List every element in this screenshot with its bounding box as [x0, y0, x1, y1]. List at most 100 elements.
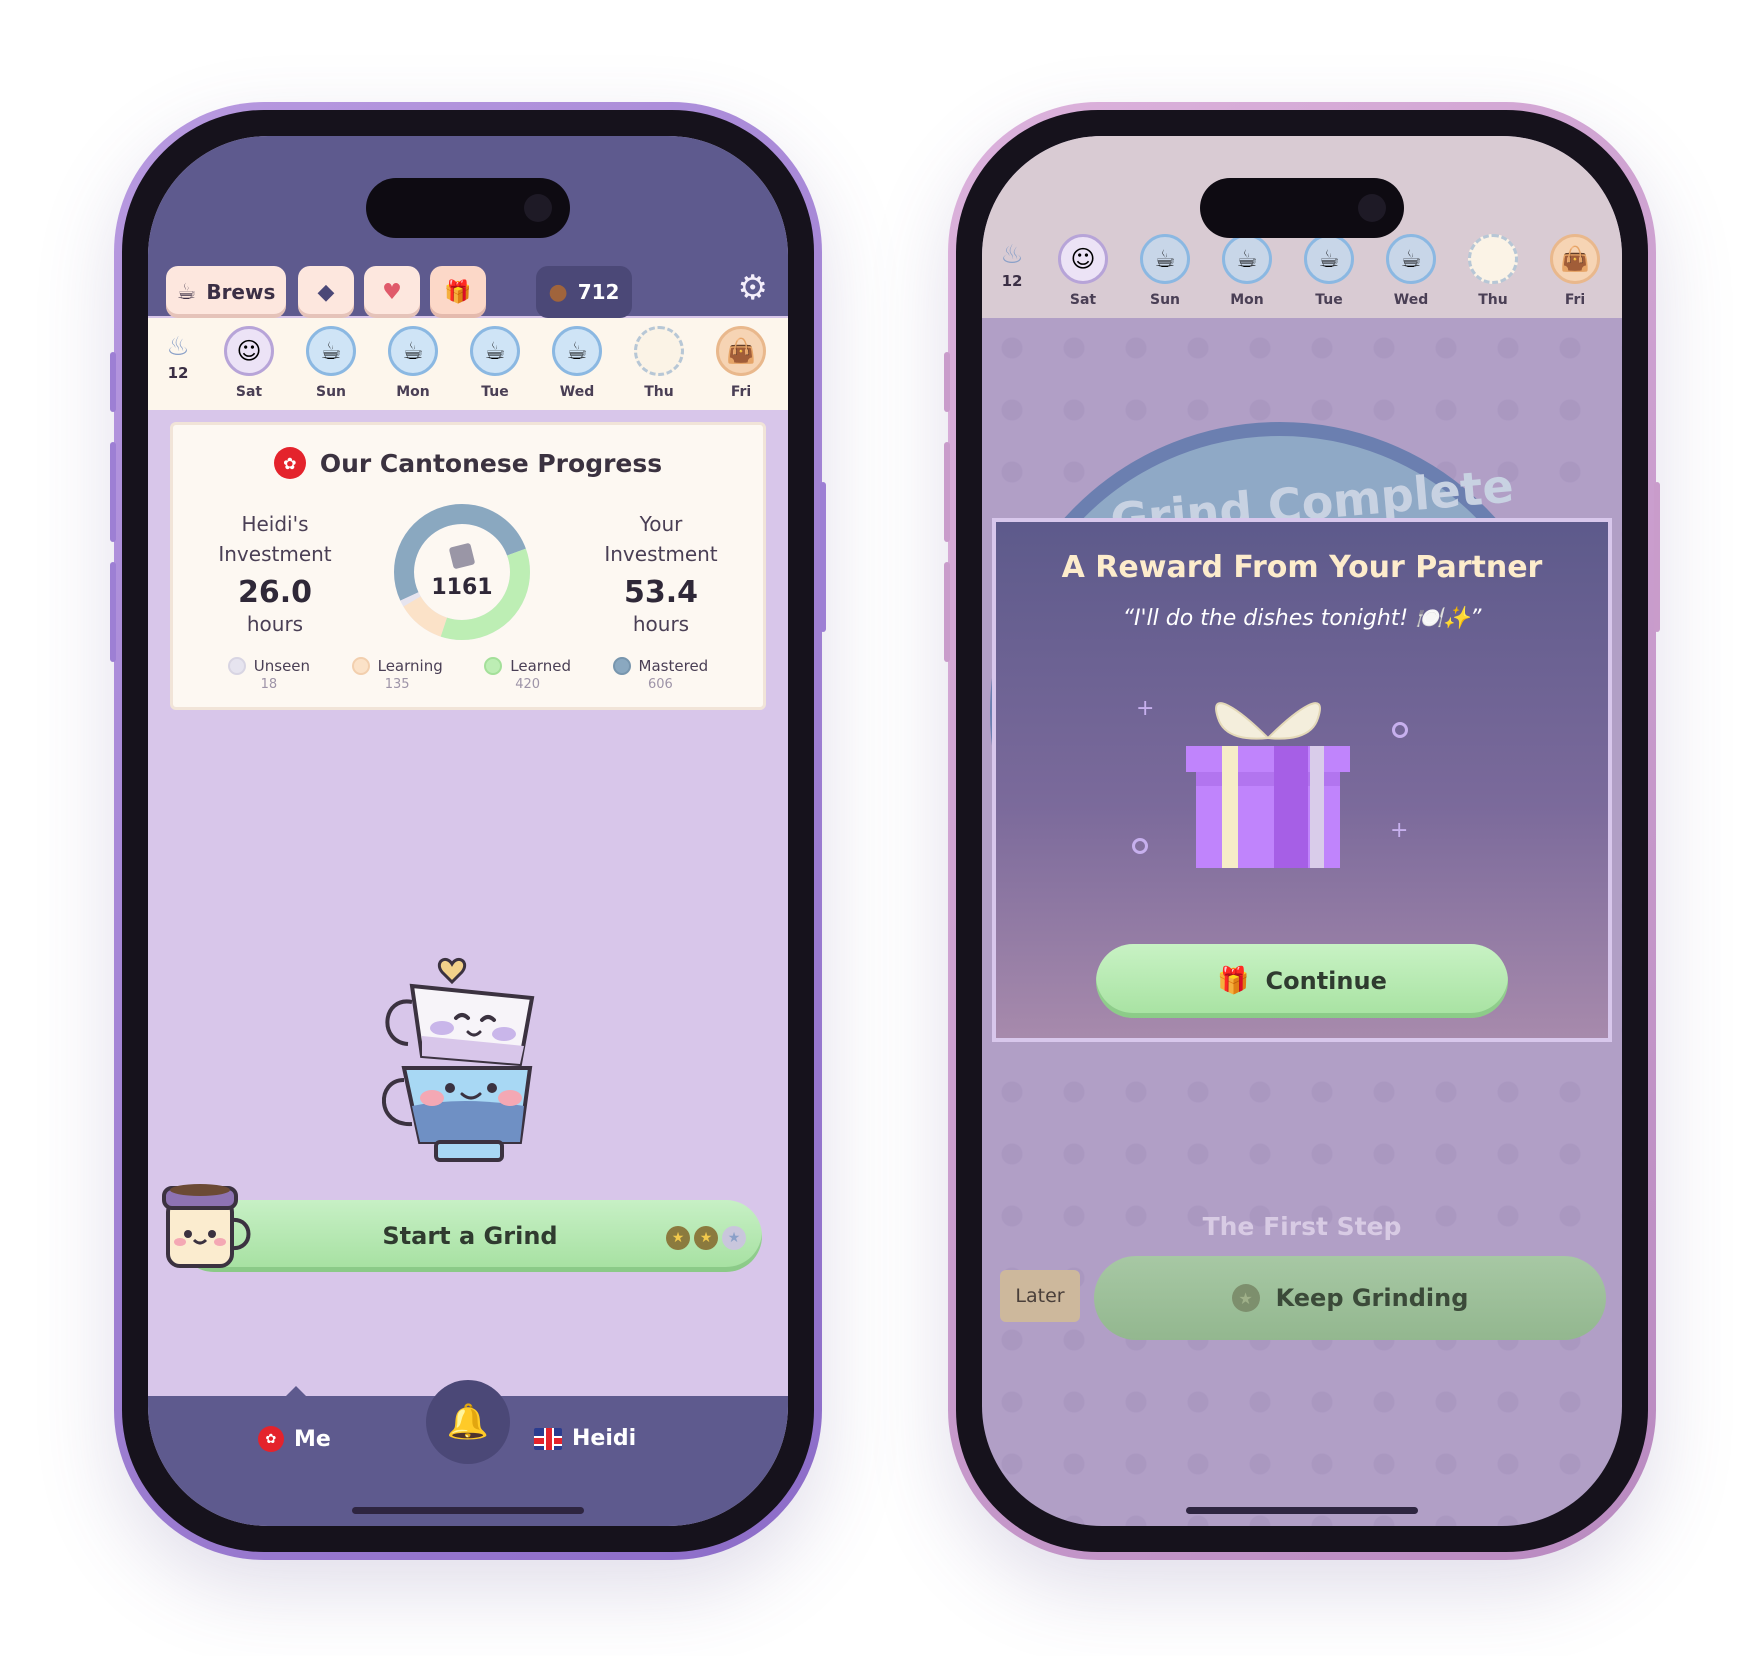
day-mon: ☕ Mon: [1206, 226, 1288, 308]
day-label: Sun: [1149, 292, 1181, 308]
hours-unit: hours: [632, 612, 690, 636]
day-label: Sat: [1069, 292, 1097, 308]
coffee-bag-icon: 👜: [716, 326, 766, 376]
day-sat: ☺ Sat: [1042, 226, 1124, 308]
legend-dot: [612, 657, 631, 675]
star-empty-icon: ★: [722, 1226, 746, 1250]
coffee-bean-icon: ●: [548, 279, 568, 305]
cup-done-icon: ☕: [1140, 234, 1190, 284]
streak-count: 12: [1001, 272, 1023, 290]
nav-me[interactable]: ✿ Me: [258, 1426, 331, 1452]
cup-today-icon: ☺: [1058, 234, 1108, 284]
side-button: [820, 482, 826, 632]
cup-empty-icon: [1468, 234, 1518, 284]
first-step-label: The First Step: [1202, 1212, 1402, 1241]
day-label: Sat: [235, 384, 263, 400]
coffee-bag-icon: 👜: [1550, 234, 1600, 284]
reward-modal: A Reward From Your Partner “I'll do the …: [992, 518, 1612, 1042]
day-label: Sun: [315, 384, 347, 400]
partner-hours: 26.0: [237, 575, 313, 610]
side-button: [110, 562, 116, 662]
hong-kong-flag-icon: ✿: [273, 447, 306, 479]
legend-label: Unseen: [253, 657, 311, 675]
day-wed[interactable]: ☕ Wed: [536, 318, 618, 400]
legend-dot: [484, 657, 503, 675]
coffee-cup-mascot-icon: [162, 1184, 251, 1268]
coffee-machine-icon: ☕: [176, 279, 197, 305]
star-icon: ★: [1231, 1284, 1260, 1312]
gift-icon: 🎁: [444, 279, 472, 305]
day-sun[interactable]: ☕ Sun: [290, 318, 372, 400]
day-fri[interactable]: 👜 Fri: [700, 318, 782, 400]
brews-label: Brews: [206, 280, 276, 304]
day-label: Mon: [396, 384, 430, 400]
keep-grinding-label: Keep Grinding: [1275, 1284, 1469, 1312]
legend-count: 420: [515, 677, 541, 692]
legend-dot: [227, 657, 246, 675]
later-button[interactable]: Later: [1000, 1270, 1080, 1322]
day-label: Fri: [1564, 292, 1586, 308]
grind-stars: ★ ★ ★: [666, 1226, 746, 1250]
legend-unseen: Unseen 18: [227, 657, 311, 692]
coins-counter[interactable]: ● 712: [536, 266, 632, 318]
cup-done-icon: ☕: [552, 326, 602, 376]
day-mon[interactable]: ☕ Mon: [372, 318, 454, 400]
progress-title-text: Our Cantonese Progress: [319, 448, 663, 478]
day-thu[interactable]: Thu: [618, 318, 700, 400]
legend-dot: [351, 657, 370, 675]
later-label: Later: [1015, 1285, 1065, 1307]
day-label: Wed: [559, 384, 595, 400]
day-tue[interactable]: ☕ Tue: [454, 318, 536, 400]
phone-left: ☕ Brews ◆ ♥ 🎁 ● 712 ⚙ ♨ 12 ☺ Sat ☕ Sun ☕…: [110, 102, 826, 1560]
flame-icon: ♨: [1000, 240, 1024, 270]
uk-flag-icon: [534, 1427, 562, 1450]
sparkle-icon: +: [1136, 696, 1155, 721]
ring-icon: [1132, 838, 1148, 854]
cards-button[interactable]: ◆: [298, 266, 354, 318]
home-screen: ☕ Brews ◆ ♥ 🎁 ● 712 ⚙ ♨ 12 ☺ Sat ☕ Sun ☕…: [148, 136, 788, 1526]
messages-button[interactable]: ♥: [364, 266, 420, 318]
cup-today-icon: ☺: [224, 326, 274, 376]
start-grind-label: Start a Grind: [382, 1222, 558, 1250]
side-button: [110, 352, 116, 412]
heart-message-icon: ♥: [382, 279, 402, 305]
gift-icon: 🎁: [1217, 966, 1250, 996]
week-streak-bar: ♨ 12 ☺ Sat ☕ Sun ☕ Mon ☕ Tue ☕ Wed Thu 👜 Fri: [148, 318, 788, 410]
bell-icon[interactable]: 🔔: [426, 1380, 510, 1464]
cup-empty-icon: [634, 326, 684, 376]
phone-right: ♨ 12 ☺ Sat ☕ Sun ☕ Mon ☕ Tue ☕ Wed Thu 👜 Fri G…: [944, 102, 1660, 1560]
gear-icon[interactable]: ⚙: [738, 268, 768, 308]
side-button: [944, 562, 950, 662]
home-indicator[interactable]: [352, 1507, 584, 1514]
nav-partner[interactable]: Heidi: [534, 1426, 636, 1451]
cup-done-icon: ☕: [1222, 234, 1272, 284]
side-button: [944, 352, 950, 412]
sparkle-icon: +: [1390, 818, 1409, 843]
self-investment: Your Investment 53.4 hours: [581, 509, 741, 636]
total-cards: 1161: [431, 574, 493, 600]
day-sat[interactable]: ☺ Sat: [208, 318, 290, 400]
progress-card[interactable]: ✿ Our Cantonese Progress Heidi's Investm…: [170, 422, 766, 710]
continue-button[interactable]: 🎁 Continue: [1096, 944, 1508, 1018]
partner-investment: Heidi's Investment 26.0 hours: [195, 509, 355, 636]
hours-unit: hours: [246, 612, 304, 636]
brews-button[interactable]: ☕ Brews: [166, 266, 286, 318]
day-label: Fri: [730, 384, 752, 400]
day-thu: Thu: [1452, 226, 1534, 308]
progress-title: ✿ Our Cantonese Progress: [173, 447, 763, 479]
phone-bezel: ♨ 12 ☺ Sat ☕ Sun ☕ Mon ☕ Tue ☕ Wed Thu 👜 Fri G…: [956, 110, 1648, 1552]
home-indicator[interactable]: [1186, 1507, 1418, 1514]
streak-counter: ♨ 12: [148, 318, 208, 382]
day-label: Tue: [481, 384, 509, 400]
donut-center: 1161: [387, 497, 537, 647]
reward-title: A Reward From Your Partner: [1061, 550, 1543, 585]
legend-label: Learned: [510, 657, 571, 675]
keep-grinding-button[interactable]: ★ Keep Grinding: [1094, 1256, 1606, 1340]
day-label: Thu: [644, 384, 674, 400]
gifts-button[interactable]: 🎁: [430, 266, 486, 318]
flashcard-icon: [448, 542, 476, 569]
reward-screen: ♨ 12 ☺ Sat ☕ Sun ☕ Mon ☕ Tue ☕ Wed Thu 👜 Fri G…: [982, 136, 1622, 1526]
legend-mastered: Mastered 606: [612, 657, 708, 692]
self-investment-label: Your: [639, 512, 683, 536]
day-sun: ☕ Sun: [1124, 226, 1206, 308]
